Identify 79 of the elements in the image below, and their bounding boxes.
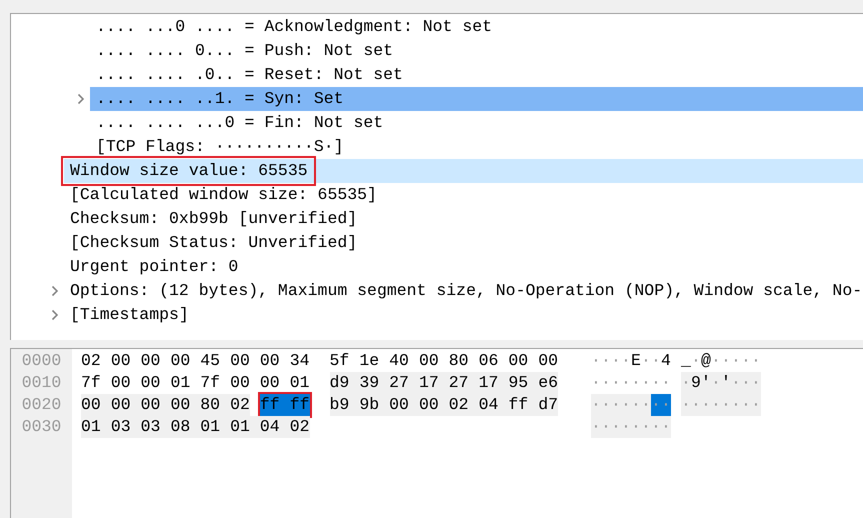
hex-byte[interactable]: 1e bbox=[359, 350, 380, 372]
hex-byte[interactable]: 5f bbox=[330, 350, 350, 372]
hex-byte[interactable]: 34 bbox=[290, 350, 310, 372]
offset-label: 0020 bbox=[20, 394, 62, 416]
hex-byte[interactable]: 01 bbox=[81, 416, 111, 438]
hex-byte[interactable]: 17 bbox=[418, 372, 449, 394]
hex-byte[interactable]: 80 bbox=[448, 350, 469, 372]
tree-item[interactable]: [TCP Flags: ··········S·] bbox=[95, 136, 345, 158]
tree-item[interactable]: Urgent pointer: 0 bbox=[69, 256, 240, 278]
hex-byte[interactable]: 02 bbox=[230, 394, 250, 416]
ascii-char[interactable]: @ bbox=[701, 350, 711, 372]
hex-byte[interactable]: 00 bbox=[110, 372, 131, 394]
ascii-char[interactable]: E bbox=[631, 350, 641, 372]
hex-byte[interactable]: 00 bbox=[140, 350, 160, 372]
hex-byte[interactable]: 04 bbox=[478, 394, 508, 416]
hex-byte[interactable]: 7f bbox=[81, 372, 101, 394]
hex-byte[interactable]: 02 bbox=[290, 416, 310, 438]
hex-byte[interactable]: 02 bbox=[81, 350, 101, 372]
hex-byte[interactable]: ff bbox=[508, 394, 538, 416]
hex-byte[interactable]: d9 bbox=[330, 372, 360, 394]
offset-label: 0010 bbox=[20, 372, 62, 394]
hex-byte[interactable]: 27 bbox=[389, 372, 419, 394]
hex-byte[interactable]: 00 bbox=[389, 394, 419, 416]
hex-byte[interactable]: 01 bbox=[170, 372, 190, 394]
hex-byte[interactable]: 01 bbox=[200, 416, 230, 438]
ascii-char[interactable]: ' bbox=[701, 372, 711, 394]
tree-item[interactable]: .... .... 0... = Push: Not set bbox=[95, 40, 394, 62]
hex-byte[interactable]: 00 bbox=[170, 394, 200, 416]
hex-byte[interactable]: 00 bbox=[508, 350, 528, 372]
hex-byte[interactable]: 17 bbox=[478, 372, 508, 394]
hex-byte[interactable]: 06 bbox=[478, 350, 498, 372]
ascii-char[interactable]: _ bbox=[681, 350, 691, 372]
tree-item[interactable]: .... ...0 .... = Acknowledgment: Not set bbox=[95, 16, 494, 38]
ascii-char[interactable]: 4 bbox=[661, 350, 671, 372]
hex-byte[interactable]: 00 bbox=[140, 394, 170, 416]
hex-byte[interactable]: 04 bbox=[260, 416, 290, 438]
tree-item[interactable]: Options: (12 bytes), Maximum segment size, No-Operation (NOP), Window scale, No- bbox=[69, 280, 863, 302]
hex-byte[interactable]: 00 bbox=[230, 372, 250, 394]
hex-byte[interactable]: 00 bbox=[140, 372, 160, 394]
tree-item[interactable]: [Calculated window size: 65535] bbox=[69, 184, 378, 206]
offset-label: 0030 bbox=[20, 416, 62, 438]
hex-byte[interactable]: 00 bbox=[418, 350, 439, 372]
tree-item[interactable]: [Checksum Status: Unverified] bbox=[69, 232, 358, 254]
offset-label: 0000 bbox=[20, 350, 62, 372]
hex-byte[interactable]: 7f bbox=[200, 372, 220, 394]
hex-byte[interactable]: 00 bbox=[170, 350, 190, 372]
ascii-char[interactable]: ' bbox=[721, 372, 731, 394]
hex-byte[interactable]: 01 bbox=[290, 372, 310, 394]
hex-byte[interactable]: b9 bbox=[330, 394, 360, 416]
hex-byte[interactable]: 03 bbox=[110, 416, 141, 438]
hex-byte[interactable]: ff bbox=[260, 394, 290, 416]
hex-byte[interactable]: 02 bbox=[448, 394, 479, 416]
hex-byte[interactable]: ff bbox=[290, 394, 310, 416]
hex-byte[interactable]: 00 bbox=[418, 394, 449, 416]
hex-byte[interactable]: 00 bbox=[110, 394, 141, 416]
hex-byte[interactable]: 00 bbox=[81, 394, 111, 416]
hex-byte[interactable]: e6 bbox=[538, 372, 558, 394]
hex-byte[interactable]: 95 bbox=[508, 372, 538, 394]
hex-byte[interactable]: 40 bbox=[389, 350, 409, 372]
hex-byte[interactable]: 27 bbox=[448, 372, 479, 394]
hex-byte[interactable]: 00 bbox=[260, 372, 280, 394]
tree-item[interactable]: [Timestamps] bbox=[69, 304, 190, 326]
hex-byte[interactable]: 00 bbox=[110, 350, 131, 372]
hex-byte[interactable]: 9b bbox=[359, 394, 390, 416]
tree-item[interactable]: .... .... .0.. = Reset: Not set bbox=[95, 64, 404, 86]
hex-byte[interactable]: 80 bbox=[200, 394, 230, 416]
hex-byte[interactable]: 00 bbox=[538, 350, 558, 372]
hex-byte[interactable]: 08 bbox=[170, 416, 200, 438]
hex-byte[interactable]: d7 bbox=[538, 394, 558, 416]
tree-item[interactable]: .... .... ..1. = Syn: Set bbox=[95, 88, 345, 110]
hex-byte[interactable]: 03 bbox=[140, 416, 170, 438]
hex-byte[interactable]: 45 bbox=[200, 350, 220, 372]
hex-byte[interactable]: 00 bbox=[230, 350, 250, 372]
hex-byte[interactable]: 00 bbox=[260, 350, 280, 372]
hex-byte[interactable]: 39 bbox=[359, 372, 390, 394]
ascii-char[interactable]: 9 bbox=[691, 372, 701, 394]
tree-item[interactable]: .... .... ...0 = Fin: Not set bbox=[95, 112, 384, 134]
tree-item[interactable]: Checksum: 0xb99b [unverified] bbox=[69, 208, 358, 230]
hex-byte[interactable]: 01 bbox=[230, 416, 260, 438]
